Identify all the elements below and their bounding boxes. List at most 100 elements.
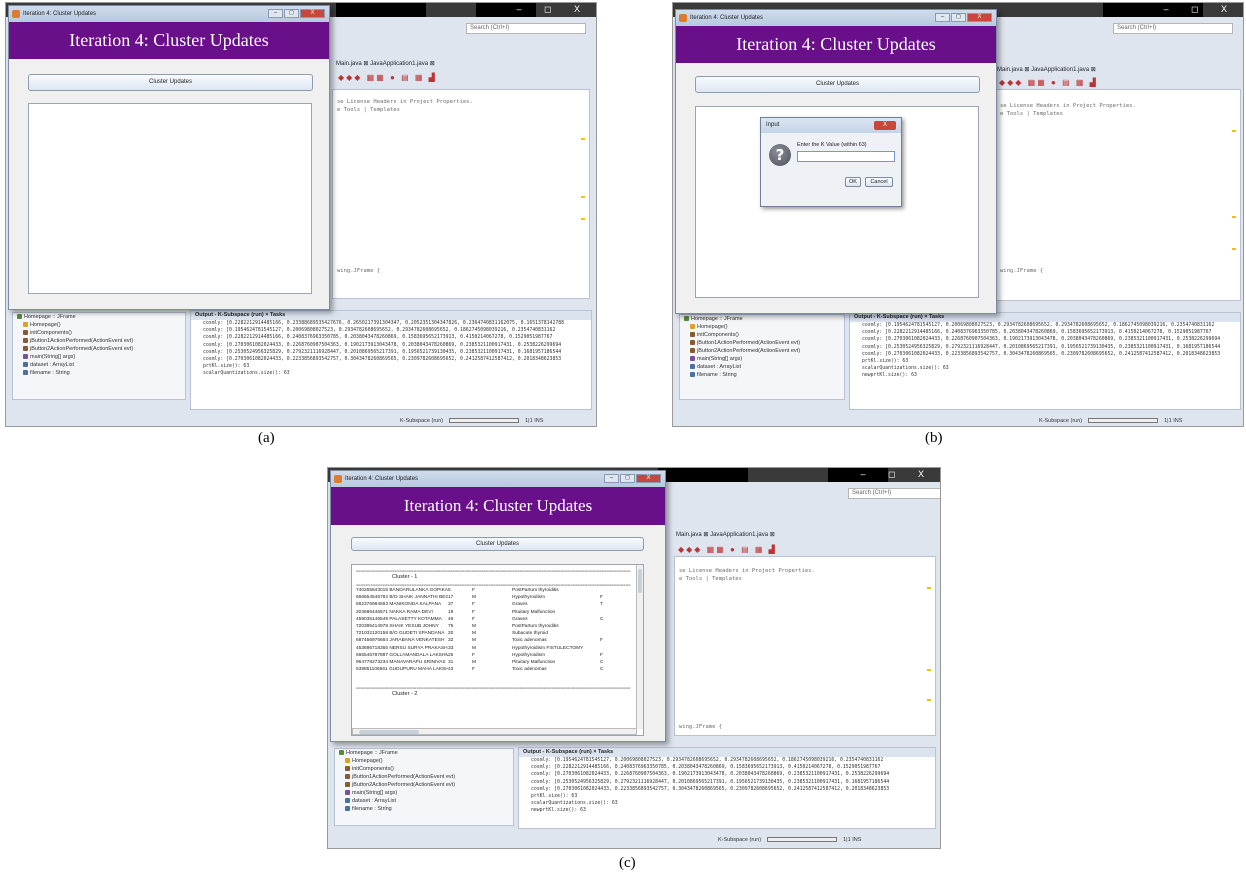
status-bar: K-Subspace (run) 1|1 INS	[718, 837, 862, 843]
nav-item[interactable]: main(String[] args)	[13, 353, 185, 361]
nav-item[interactable]: main(String[] args)	[680, 355, 844, 363]
search-input[interactable]: Search (Ctrl+I)	[848, 488, 940, 499]
search-input[interactable]: Search (Ctrl+I)	[1113, 23, 1233, 34]
output-line: newprtKl.size(): 63	[531, 808, 586, 814]
window-controls[interactable]: – ◻ X	[861, 469, 934, 480]
ok-button[interactable]: OK	[845, 177, 861, 187]
nav-item[interactable]: filename : String	[13, 369, 185, 377]
input-dialog[interactable]: Input X ? Enter the K Value (within 63) …	[760, 117, 902, 207]
horizontal-scrollbar[interactable]	[352, 728, 637, 735]
window-controls[interactable]: – ◻ X	[935, 13, 992, 23]
window-controls[interactable]: – ◻ X	[1164, 4, 1237, 15]
tab-main[interactable]: Main.java	[676, 532, 702, 538]
editor-toolbar[interactable]: ◆◆◆ ▦▦ ● ▤ ▦ ▟	[338, 73, 437, 85]
nav-item[interactable]: Homepage()	[13, 321, 185, 329]
navigator-panel[interactable]: Homepage :: JFrame Homepage() initCompon…	[12, 312, 186, 400]
code-line: wing.JFrame {	[679, 724, 723, 730]
frame-titlebar[interactable]: Iteration 4: Cluster Updates – ◻ X	[676, 10, 996, 26]
tab-javaapplication[interactable]: JavaApplication1.java	[1031, 67, 1089, 73]
search-input[interactable]: Search (Ctrl+I)	[466, 23, 586, 34]
tab-javaapplication[interactable]: JavaApplication1.java	[370, 61, 428, 67]
k-value-input[interactable]	[797, 151, 895, 162]
table-row: 740265843015 BANDARULANKA GOPIKA 5 F PostPa…	[356, 587, 632, 594]
output-title[interactable]: Output - K-Subspace (run) × Tasks	[519, 748, 935, 757]
output-line: cosmly: [0.1954624781545127, 0.200698080…	[531, 758, 884, 763]
cluster-frame[interactable]: Iteration 4: Cluster Updates – ◻ X Iterati…	[8, 5, 330, 310]
nav-item[interactable]: jButton1ActionPerformed(ActionEvent evt)	[13, 337, 185, 345]
output-line: prtKl.size(): 63	[203, 364, 250, 370]
error-stripe[interactable]	[581, 90, 587, 298]
cell-sex: M	[472, 659, 476, 665]
table-row: 203686446571 NAKKA RAMA DEVI 19 F Pituitary…	[356, 609, 632, 616]
table-row: 539851106561 GUDUPURU MAHA LAKSHMI 43 F Tox…	[356, 666, 632, 673]
nav-item[interactable]: jButton1ActionPerformed(ActionEvent evt)	[335, 773, 513, 781]
cancel-button[interactable]: Cancel	[865, 177, 893, 187]
nav-item[interactable]: jButton1ActionPerformed(ActionEvent evt)	[680, 339, 844, 347]
cell-extra	[600, 630, 610, 637]
window-controls[interactable]: – ◻ X	[604, 474, 661, 484]
cell-name: 562376984563 MANIKONDA KALPANA	[356, 602, 442, 608]
tab-main[interactable]: Main.java	[997, 67, 1023, 73]
output-panel[interactable]: Output - K-Subspace (run) × Tasks cosmly…	[190, 310, 592, 410]
code-editor[interactable]: se License Headers in Project Properties…	[674, 556, 936, 736]
nav-item[interactable]: filename : String	[680, 371, 844, 379]
tab-javaapplication[interactable]: JavaApplication1.java	[710, 532, 768, 538]
results-text-area[interactable]	[28, 103, 312, 294]
window-controls[interactable]: – ◻ X	[517, 4, 590, 15]
editor-tabs[interactable]: Main.java ⊠ JavaApplication1.java ⊠	[997, 65, 1096, 75]
nav-item[interactable]: filename : String	[335, 805, 513, 813]
table-row: 721032120158 B/O GUDETI SPANDANA 20 M Subac…	[356, 630, 632, 637]
nav-item[interactable]: jButton2ActionPerformed(ActionEvent evt)	[680, 347, 844, 355]
nav-item[interactable]: Homepage()	[680, 323, 844, 331]
output-panel[interactable]: Output - K-Subspace (run) × Tasks cosmly…	[849, 312, 1241, 410]
code-line: se License Headers in Project Properties…	[1000, 103, 1136, 109]
nav-item[interactable]: initComponents()	[680, 331, 844, 339]
output-title[interactable]: Output - K-Subspace (run) × Tasks	[850, 313, 1240, 322]
code-editor[interactable]: se License Headers in Project Properties…	[332, 89, 590, 299]
code-editor[interactable]: se License Headers in Project Properties…	[995, 89, 1241, 301]
nav-item[interactable]: Homepage()	[335, 757, 513, 765]
cluster-updates-button[interactable]: Cluster Updates	[28, 74, 313, 91]
results-text-area[interactable]: ========================================…	[351, 564, 644, 736]
cell-sex: F	[472, 602, 475, 608]
nav-item[interactable]: initComponents()	[335, 765, 513, 773]
cluster-frame[interactable]: Iteration 4: Cluster Updates – ◻ X Iterati…	[675, 9, 997, 314]
cell-extra: F	[600, 652, 603, 658]
nav-item[interactable]: initComponents()	[13, 329, 185, 337]
output-line: prtKl.size(): 63	[862, 359, 909, 365]
nav-item[interactable]: Homepage :: JFrame	[335, 749, 513, 757]
window-controls[interactable]: – ◻ X	[268, 9, 325, 19]
nav-item[interactable]: dataset : ArrayList	[13, 361, 185, 369]
cluster-frame[interactable]: Iteration 4: Cluster Updates – ◻ X Iterati…	[330, 470, 666, 742]
cluster-updates-button[interactable]: Cluster Updates	[351, 537, 644, 551]
screenshot-b: – ◻ X Search (Ctrl+I) Main.java ⊠ JavaAp…	[672, 2, 1244, 427]
editor-tabs[interactable]: Main.java ⊠ JavaApplication1.java ⊠	[676, 530, 775, 540]
tab-main[interactable]: Main.java	[336, 61, 362, 67]
cell-disease: Graves	[512, 602, 528, 608]
nav-item[interactable]: dataset : ArrayList	[680, 363, 844, 371]
output-line: cosmly: [0.2530524956325829, 0.279232111…	[203, 349, 562, 355]
vertical-scrollbar[interactable]	[636, 565, 643, 729]
dialog-close-button[interactable]: X	[874, 121, 896, 130]
frame-titlebar[interactable]: Iteration 4: Cluster Updates – ◻ X	[9, 6, 329, 22]
output-panel[interactable]: Output - K-Subspace (run) × Tasks cosmly…	[518, 747, 936, 829]
navigator-panel[interactable]: Homepage :: JFrame Homepage() initCompon…	[679, 314, 845, 400]
page-title: Iteration 4: Cluster Updates	[676, 26, 996, 63]
error-stripe[interactable]	[927, 557, 933, 735]
output-title[interactable]: Output - K-Subspace (run) × Tasks	[191, 311, 591, 320]
cell-name: 203686446571 NAKKA RAMA DEVI	[356, 609, 433, 615]
nav-item[interactable]: Homepage :: JFrame	[13, 313, 185, 321]
error-stripe[interactable]	[1232, 90, 1238, 298]
nav-item[interactable]: main(String[] args)	[335, 789, 513, 797]
nav-item[interactable]: jButton2ActionPerformed(ActionEvent evt)	[335, 781, 513, 789]
navigator-panel[interactable]: Homepage :: JFrame Homepage() initCompon…	[334, 748, 514, 826]
editor-tabs[interactable]: Main.java ⊠ JavaApplication1.java ⊠	[336, 59, 435, 69]
cell-age: 25	[448, 652, 454, 658]
cell-name: 964778273234 MANAVARAPU SRINIVAS	[356, 659, 446, 665]
nav-item[interactable]: dataset : ArrayList	[335, 797, 513, 805]
nav-item[interactable]: Homepage :: JFrame	[680, 315, 844, 323]
nav-item[interactable]: jButton2ActionPerformed(ActionEvent evt)	[13, 345, 185, 353]
frame-titlebar[interactable]: Iteration 4: Cluster Updates – ◻ X	[331, 471, 665, 487]
output-line: cosmly: [0.2282212914485166, 0.240837696…	[203, 335, 553, 341]
cluster-updates-button[interactable]: Cluster Updates	[695, 76, 980, 93]
